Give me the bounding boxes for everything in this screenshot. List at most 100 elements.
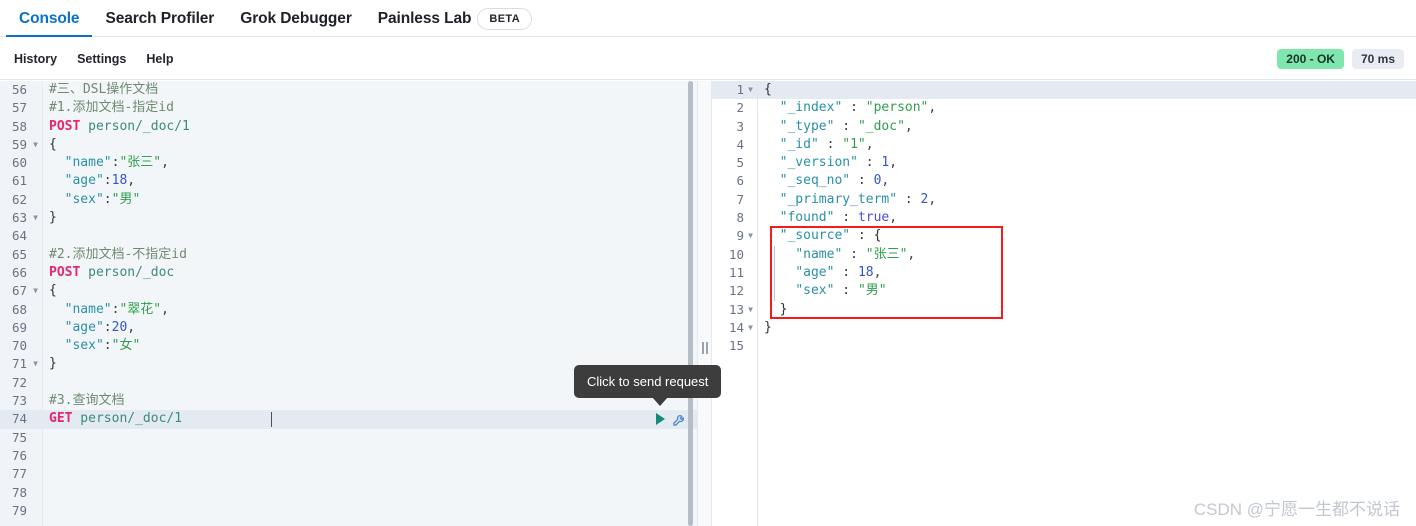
code-line[interactable]: POST person/_doc/1	[43, 118, 697, 136]
beta-badge: BETA	[477, 7, 533, 30]
request-line-gutter: 56 57 58 59 ▼ 60 61 62 63 ▼ 64 65 66 67 ▼ 68 69 70 71 ▼ 72 73…	[0, 81, 43, 526]
submenu-item-history[interactable]: History	[4, 52, 67, 66]
response-line[interactable]: "_type" : "_doc",	[758, 118, 1416, 136]
tab-painless-lab-label: Painless Lab	[377, 9, 472, 27]
gutter-line: 5	[736, 155, 744, 171]
wrench-icon[interactable]	[672, 412, 687, 427]
splitter-grip-icon[interactable]	[701, 342, 708, 354]
gutter-line: 72	[11, 374, 27, 390]
fold-arrow-icon[interactable]: ▼	[33, 209, 38, 227]
gutter-line: 73	[11, 393, 27, 409]
tab-search-profiler[interactable]: Search Profiler	[92, 0, 227, 37]
request-editor-pane[interactable]: 56 57 58 59 ▼ 60 61 62 63 ▼ 64 65 66 67 ▼ 68 69 70 71 ▼ 72 73…	[0, 81, 697, 526]
response-line[interactable]: }	[758, 319, 1416, 337]
gutter-line: 76	[11, 447, 27, 463]
response-line[interactable]: "age" : 18,	[758, 264, 1416, 282]
tab-painless-lab[interactable]: Painless Lab BETA	[365, 0, 545, 37]
gutter-line: 70	[11, 338, 27, 354]
pane-splitter[interactable]	[697, 81, 712, 526]
gutter-line: 61	[11, 173, 27, 189]
response-line[interactable]: {	[758, 81, 1416, 100]
tab-console[interactable]: Console	[6, 0, 93, 37]
tab-grok-debugger[interactable]: Grok Debugger	[227, 0, 365, 37]
code-line[interactable]: "name":"张三",	[43, 154, 697, 172]
fold-arrow-icon[interactable]: ▼	[33, 355, 38, 373]
play-icon[interactable]	[656, 413, 665, 426]
gutter-line: 79	[11, 502, 27, 518]
gutter-line: 69	[11, 319, 27, 335]
send-request-tooltip: Click to send request	[574, 365, 722, 406]
code-line[interactable]: "name":"翠花",	[43, 301, 697, 319]
response-line[interactable]	[758, 337, 1416, 355]
code-line[interactable]	[43, 227, 697, 245]
code-line[interactable]: POST person/_doc	[43, 264, 697, 282]
code-line[interactable]: }	[43, 209, 697, 227]
request-editor-scrollbar[interactable]	[688, 81, 693, 526]
gutter-line: 3	[736, 118, 744, 134]
fold-arrow-icon[interactable]: ▼	[748, 301, 753, 319]
main-tabbar: Console Search Profiler Grok Debugger Pa…	[0, 0, 1416, 37]
gutter-line: 63 ▼	[0, 209, 42, 227]
gutter-line: 65	[11, 246, 27, 262]
response-line[interactable]: "sex" : "男"	[758, 282, 1416, 300]
response-line[interactable]: "found" : true,	[758, 209, 1416, 227]
response-viewer-pane[interactable]: 1 ▼ 2 3 4 5 6 7 8 9 ▼ 10 11 12 13 ▼ 14 ▼ 15 { "_index" : "…	[712, 81, 1416, 526]
response-line[interactable]: "_source" : {	[758, 227, 1416, 245]
fold-arrow-icon[interactable]: ▼	[748, 227, 753, 245]
gutter-line: 9 ▼	[712, 227, 757, 245]
gutter-line: 58	[11, 118, 27, 134]
fold-arrow-icon[interactable]: ▼	[748, 319, 753, 337]
code-line[interactable]: {	[43, 282, 697, 300]
code-line[interactable]	[43, 465, 697, 483]
gutter-line: 67 ▼	[0, 282, 42, 300]
code-line[interactable]	[43, 429, 697, 447]
gutter-line: 15	[728, 338, 744, 354]
tab-grok-debugger-label: Grok Debugger	[240, 9, 352, 27]
gutter-line: 6	[736, 173, 744, 189]
code-line[interactable]: #三、DSL操作文档	[43, 81, 697, 99]
code-line[interactable]: GET person/_doc/1	[43, 410, 697, 429]
tab-console-label: Console	[19, 9, 80, 27]
code-line[interactable]: {	[43, 136, 697, 154]
gutter-line: 14 ▼	[712, 319, 757, 337]
gutter-line: 12	[728, 283, 744, 299]
response-line[interactable]: }	[758, 301, 1416, 319]
response-line-gutter: 1 ▼ 2 3 4 5 6 7 8 9 ▼ 10 11 12 13 ▼ 14 ▼ 15	[712, 81, 758, 526]
gutter-line: 2	[736, 100, 744, 116]
console-submenu: History Settings Help 200 - OK 70 ms	[0, 37, 1416, 80]
indent-guide	[774, 245, 775, 301]
gutter-line: 8	[736, 210, 744, 226]
code-line[interactable]: "sex":"女"	[43, 337, 697, 355]
status-badge-time: 70 ms	[1351, 48, 1404, 69]
code-line[interactable]: "age":18,	[43, 172, 697, 190]
fold-arrow-icon[interactable]: ▼	[748, 81, 753, 99]
response-line[interactable]: "_index" : "person",	[758, 99, 1416, 117]
request-code-area[interactable]: #三、DSL操作文档 #1.添加文档-指定id POST person/_doc/1…	[43, 81, 697, 526]
response-line[interactable]: "name" : "张三",	[758, 246, 1416, 264]
fold-arrow-icon[interactable]: ▼	[33, 282, 38, 300]
response-line[interactable]: "_id" : "1",	[758, 136, 1416, 154]
gutter-line: 75	[11, 429, 27, 445]
gutter-line: 60	[11, 155, 27, 171]
code-line[interactable]	[43, 447, 697, 465]
response-code-area[interactable]: { "_index" : "person", "_type" : "_doc",…	[758, 81, 1416, 526]
code-line[interactable]: #1.添加文档-指定id	[43, 99, 697, 117]
code-line[interactable]	[43, 502, 697, 520]
fold-arrow-icon[interactable]: ▼	[33, 136, 38, 154]
gutter-line: 56	[11, 82, 27, 97]
response-line[interactable]: "_seq_no" : 0,	[758, 172, 1416, 190]
code-line[interactable]: "sex":"男"	[43, 191, 697, 209]
response-line[interactable]: "_primary_term" : 2,	[758, 191, 1416, 209]
response-line[interactable]: "_version" : 1,	[758, 154, 1416, 172]
gutter-line: 7	[736, 191, 744, 207]
submenu-item-help[interactable]: Help	[136, 52, 183, 66]
gutter-line: 62	[11, 191, 27, 207]
gutter-line: 57	[11, 100, 27, 116]
submenu-item-settings[interactable]: Settings	[67, 52, 136, 66]
gutter-line: 71 ▼	[0, 355, 42, 373]
gutter-line: 10	[728, 246, 744, 262]
code-line[interactable]: "age":20,	[43, 319, 697, 337]
code-line[interactable]: #2.添加文档-不指定id	[43, 246, 697, 264]
code-line[interactable]	[43, 484, 697, 502]
request-actions	[656, 410, 687, 428]
